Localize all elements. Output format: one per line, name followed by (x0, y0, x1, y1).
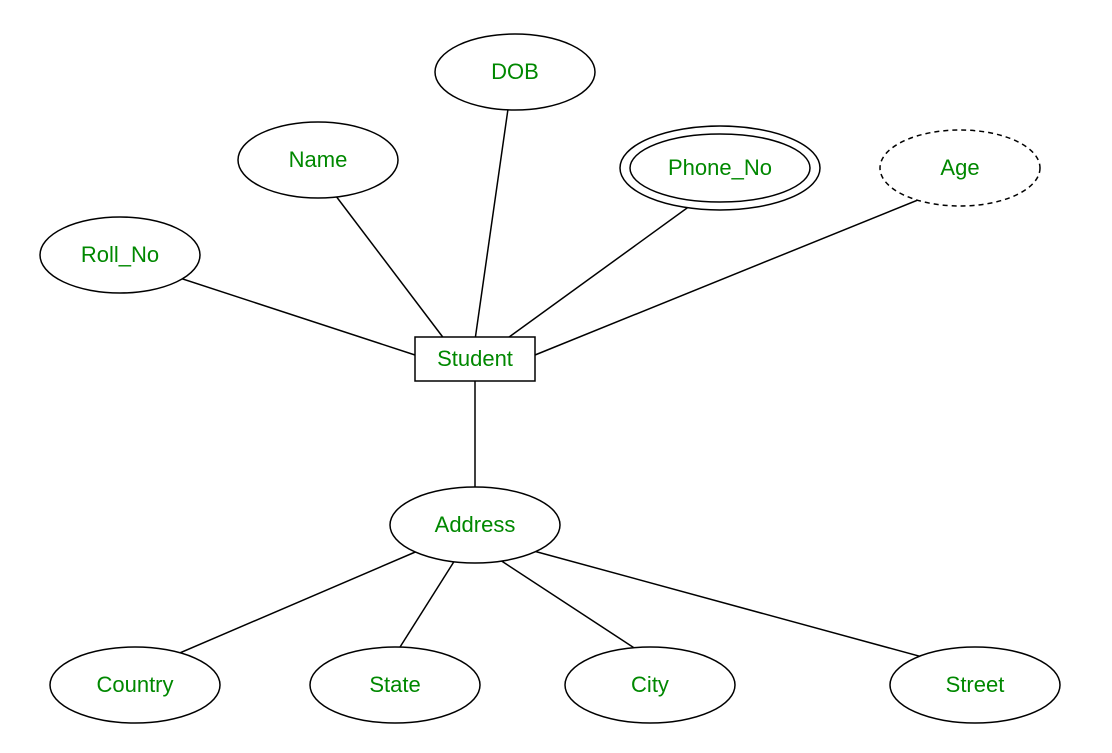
attribute-name-label: Name (289, 147, 348, 172)
attribute-age: Age (880, 130, 1040, 206)
attribute-country-label: Country (96, 672, 173, 697)
edge-student-dob (475, 95, 510, 340)
attribute-phone-no-label: Phone_No (668, 155, 772, 180)
attribute-dob: DOB (435, 34, 595, 110)
edge-student-age (535, 185, 955, 355)
attribute-address: Address (390, 487, 560, 563)
attribute-address-label: Address (435, 512, 516, 537)
entity-student-label: Student (437, 346, 513, 371)
attribute-city: City (565, 647, 735, 723)
edge-address-street (530, 550, 970, 670)
attribute-street: Street (890, 647, 1060, 723)
attribute-phone-no: Phone_No (620, 126, 820, 210)
edge-student-name (320, 175, 445, 340)
attribute-country: Country (50, 647, 220, 723)
edge-student-phone (505, 195, 705, 340)
er-diagram: Student Roll_No Name DOB Phone_No Age Ad… (0, 0, 1112, 753)
entity-student: Student (415, 337, 535, 381)
attribute-city-label: City (631, 672, 669, 697)
attribute-age-label: Age (940, 155, 979, 180)
attribute-roll-no: Roll_No (40, 217, 200, 293)
attribute-name: Name (238, 122, 398, 198)
attribute-street-label: Street (946, 672, 1005, 697)
attribute-state-label: State (369, 672, 420, 697)
attribute-dob-label: DOB (491, 59, 539, 84)
edge-address-city (500, 560, 645, 655)
edge-address-state (395, 560, 455, 655)
attribute-state: State (310, 647, 480, 723)
attribute-roll-no-label: Roll_No (81, 242, 159, 267)
